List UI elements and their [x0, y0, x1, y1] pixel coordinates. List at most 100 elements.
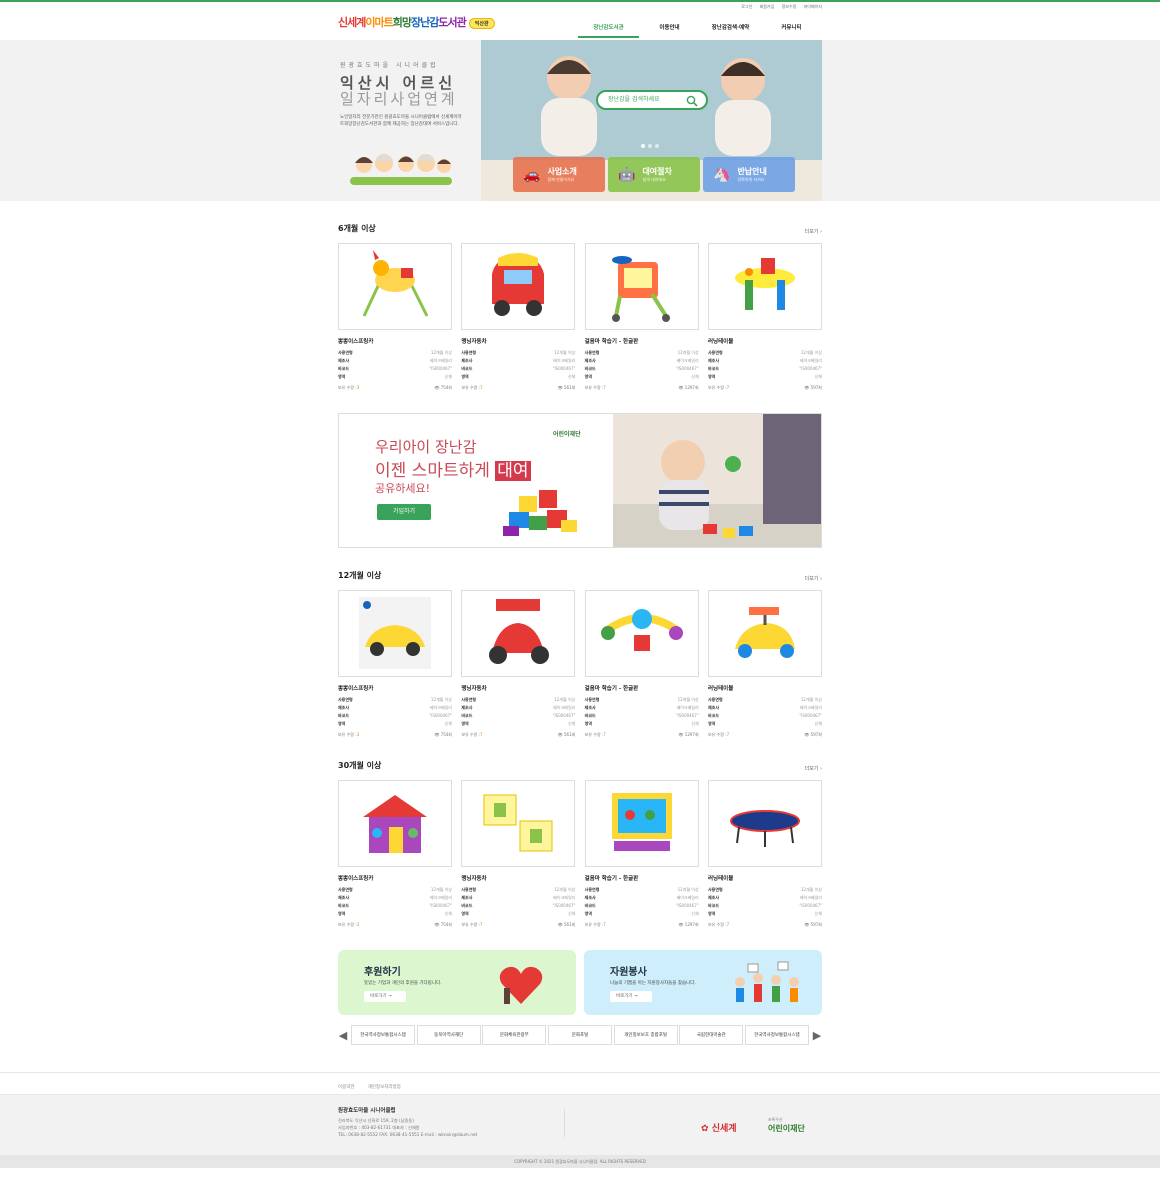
barcode-value: "IS000467" [675, 713, 699, 718]
signup-link[interactable]: 회원가입 [760, 4, 775, 9]
product-image[interactable] [338, 780, 452, 867]
barcode-label: 바코드 [338, 713, 350, 718]
chevron-right-icon[interactable]: ▶ [812, 1029, 822, 1042]
more-link[interactable]: 더보기 › [805, 765, 822, 772]
mypage-link[interactable]: 마이페이지 [804, 4, 822, 9]
rental-banner[interactable]: 어린이재단 우리아이 장난감 이젠 스마트하게 대여 공유하세요! 가입하기 [338, 413, 822, 548]
product-name[interactable]: 맹닝자동차 [461, 684, 575, 692]
view-count: 👁 1297회 [678, 922, 699, 927]
login-link[interactable]: 로그인 [741, 4, 752, 9]
partner-logo[interactable]: 개인정보보호 종합포털 [613, 1025, 678, 1045]
edit-profile-link[interactable]: 정보수정 [782, 4, 797, 9]
product-info: 사용연령 12개월 이상 제조사 베이크베일리 바코드 "IS000467" 영역 신체 [338, 349, 452, 381]
partner-logo[interactable]: 한국역사정보통합시스템 [744, 1025, 809, 1045]
product-card[interactable]: 걸음마 학습기 - 한글판 사용연령 12개월 이상 제조사 베이크베일리 바코드 "… [584, 243, 699, 391]
product-name[interactable]: 맹닝자동차 [461, 337, 575, 345]
product-card[interactable]: 러닝테이블 사용연령 12개월 이상 제조사 베이크베일리 바코드 "IS000467… [707, 780, 822, 928]
maker-label: 제조사 [584, 895, 596, 900]
nav-community[interactable]: 커뮤니티 [761, 20, 822, 38]
product-name[interactable]: 러닝테이블 [708, 684, 822, 692]
robot-icon: 🤖 [618, 166, 636, 183]
product-name[interactable]: 걸음마 학습기 - 한글판 [585, 684, 699, 692]
area-value: 신체 [567, 374, 576, 379]
search-icon[interactable] [686, 95, 698, 107]
views-value: 754회 [440, 922, 452, 927]
product-card[interactable]: 맹닝자동차 사용연령 12개월 이상 제조사 베이크베일리 바코드 "IS000467… [461, 780, 576, 928]
partner-logo[interactable]: 문화체육관광부 [482, 1025, 547, 1045]
product-name[interactable]: 뽕뽕이스프링카 [338, 684, 452, 692]
return-guide-button[interactable]: 🦄 반납안내 정확하게 지켜요 [703, 157, 795, 192]
product-image[interactable] [707, 780, 822, 867]
maker-label: 제조사 [338, 705, 350, 710]
shinsegae-logo[interactable]: ✿ 신세계 [701, 1121, 737, 1134]
product-card[interactable]: 맹닝자동차 사용연령 12개월 이상 제조사 베이크베일리 바코드 "IS000467… [461, 243, 576, 391]
product-info: 사용연령 12개월 이상 제조사 베이크베일리 바코드 "IS000467" 영역 신체 [461, 886, 575, 918]
product-name[interactable]: 맹닝자동차 [461, 874, 575, 882]
product-name[interactable]: 걸음마 학습기 - 한글판 [585, 874, 699, 882]
product-image[interactable] [584, 243, 699, 330]
volunteer-box[interactable]: 자원봉사 나눔의 기쁨을 아는 자원봉사자들을 찾습니다. 바로가기 → [584, 950, 822, 1015]
volunteer-title: 자원봉사 [610, 967, 647, 978]
terms-link[interactable]: 이용약관 [338, 1085, 355, 1090]
childfund-logo[interactable]: 초록우산 어린이재단 [768, 1117, 805, 1134]
more-link[interactable]: 더보기 › [805, 575, 822, 582]
product-footer: 보유 수량 :7 👁 561회 [461, 385, 575, 391]
product-image[interactable] [338, 243, 452, 330]
product-info: 사용연령 12개월 이상 제조사 베이크베일리 바코드 "IS000467" 영역 신체 [708, 696, 822, 728]
view-count: 👁 1297회 [678, 385, 699, 390]
age-label: 사용연령 [338, 887, 353, 892]
product-card[interactable]: 러닝테이블 사용연령 12개월 이상 제조사 베이크베일리 바코드 "IS000467… [707, 590, 822, 738]
product-card[interactable]: 걸음마 학습기 - 한글판 사용연령 12개월 이상 제조사 베이크베일리 바코드 "… [584, 590, 699, 738]
join-button[interactable]: 가입하기 [377, 504, 431, 520]
banner-title: 우리아이 장난감 [375, 438, 477, 456]
product-image[interactable] [707, 590, 822, 677]
privacy-link[interactable]: 개인정보처리방침 [368, 1085, 401, 1090]
slider-dot[interactable] [648, 144, 652, 148]
slider-dot[interactable] [641, 144, 645, 148]
product-image[interactable] [461, 590, 576, 677]
partner-logo[interactable]: 동북아역사재단 [416, 1025, 481, 1045]
main-content: 6개월 이상 더보기 › 뽕뽕이스프링카 사용연령 12개월 이상 제조사 베이크베… [338, 223, 822, 1046]
nav-library[interactable]: 장난감도서관 [578, 20, 639, 38]
product-info: 사용연령 12개월 이상 제조사 베이크베일리 바코드 "IS000467" 영역 신체 [338, 886, 452, 918]
donate-box[interactable]: 후원하기 뜻있는 기업과 개인의 후원을 기다립니다. 바로가기 → [338, 950, 576, 1015]
partner-logo[interactable]: 문화포털 [547, 1025, 612, 1045]
product-card[interactable]: 러닝테이블 사용연령 12개월 이상 제조사 베이크베일리 바코드 "IS000467… [707, 243, 822, 391]
hero-left: 원광효도마을 시니어클럽 익산시 어르신 일자리사업연계 노인일자리 전문기관인… [338, 40, 481, 201]
product-card[interactable]: 걸음마 학습기 - 한글판 사용연령 12개월 이상 제조사 베이크베일리 바코드 "… [584, 780, 699, 928]
product-name[interactable]: 러닝테이블 [708, 874, 822, 882]
business-intro-button[interactable]: 🚗 사업소개 함께 만들어가요 [513, 157, 605, 192]
product-image[interactable] [461, 243, 576, 330]
product-image[interactable] [461, 780, 576, 867]
chevron-left-icon[interactable]: ◀ [338, 1029, 348, 1042]
product-name[interactable]: 뽕뽕이스프링카 [338, 337, 452, 345]
rental-process-button[interactable]: 🤖 대여절차 쉽게 대여해요 [608, 157, 700, 192]
view-count: 👁 754회 [434, 385, 452, 390]
product-image[interactable] [707, 243, 822, 330]
partner-logo[interactable]: 한국역사정보통합시스템 [351, 1025, 415, 1045]
barcode-label: 바코드 [707, 713, 720, 718]
nav-guide[interactable]: 이용안내 [639, 20, 700, 38]
donate-go-button[interactable]: 바로가기 → [364, 991, 406, 1002]
product-name[interactable]: 러닝테이블 [708, 337, 822, 345]
partner-logo[interactable]: 국립현대미술관 [679, 1025, 744, 1045]
product-image[interactable] [584, 780, 699, 867]
product-image[interactable] [584, 590, 699, 677]
nav-search-reserve[interactable]: 장난감검색·예약 [700, 20, 761, 38]
product-name[interactable]: 뽕뽕이스프링카 [338, 874, 452, 882]
more-link[interactable]: 더보기 › [805, 228, 822, 235]
car-icon: 🚗 [523, 166, 541, 183]
product-footer: 보유 수량 :7 👁 1297회 [585, 732, 699, 738]
product-card[interactable]: 맹닝자동차 사용연령 12개월 이상 제조사 베이크베일리 바코드 "IS000467… [461, 590, 576, 738]
slider-dots [641, 144, 662, 148]
product-image[interactable] [338, 590, 452, 677]
product-card[interactable]: 뽕뽕이스프링카 사용연령 12개월 이상 제조사 베이크베일리 바코드 "IS0004… [338, 780, 452, 928]
product-name[interactable]: 걸음마 학습기 - 한글판 [585, 337, 699, 345]
site-logo[interactable]: 신세계이마트희망장난감도서관 익산관 [338, 14, 495, 30]
hero-search-input[interactable]: 장난감을 검색하세요 [596, 90, 708, 110]
slider-dot[interactable] [655, 144, 659, 148]
product-card[interactable]: 뽕뽕이스프링카 사용연령 12개월 이상 제조사 베이크베일리 바코드 "IS0004… [338, 590, 452, 738]
volunteer-go-button[interactable]: 바로가기 → [610, 991, 652, 1002]
holdings-value: 7 [726, 922, 730, 927]
product-card[interactable]: 뽕뽕이스프링카 사용연령 12개월 이상 제조사 베이크베일리 바코드 "IS0004… [338, 243, 452, 391]
